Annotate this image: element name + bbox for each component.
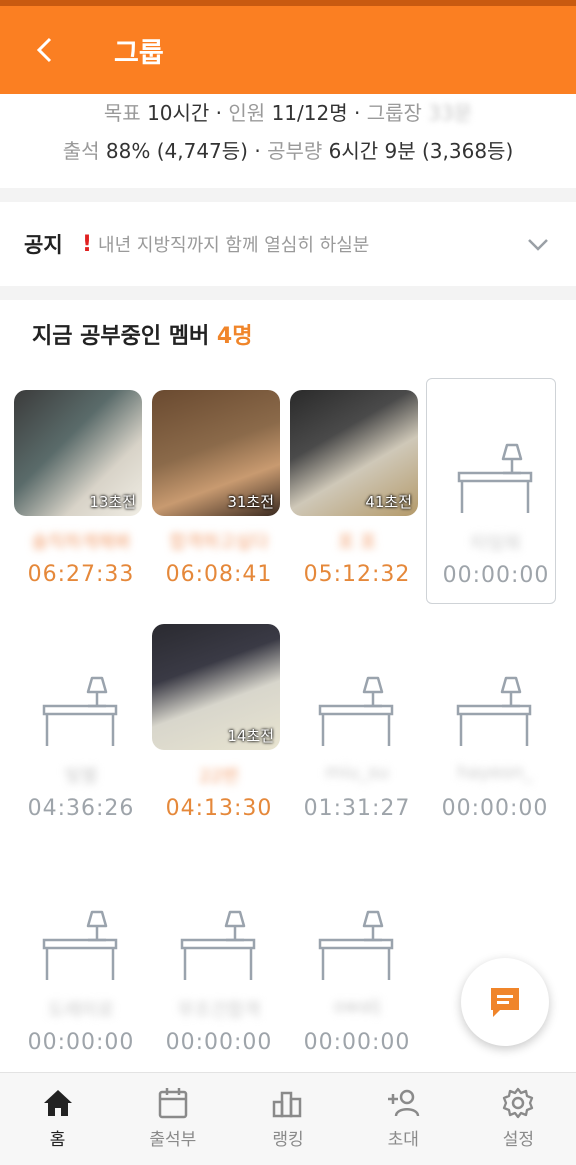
- chat-button[interactable]: [461, 958, 549, 1046]
- study-time: 00:00:00: [441, 796, 549, 821]
- tab-label: 랭킹: [272, 1130, 304, 1150]
- tab-label: 출석부: [149, 1130, 197, 1150]
- member-name: 솔직하게해봐: [31, 532, 131, 553]
- elapsed-label: 14초전: [227, 727, 274, 745]
- chevron-down-icon[interactable]: [524, 230, 552, 258]
- stats-line-2: 출석 88% (4,747등) · 공부량 6시간 9분 (3,368등): [62, 139, 514, 163]
- invite-icon: [388, 1089, 420, 1117]
- study-time: 05:12:32: [303, 562, 411, 587]
- desk-lamp-icon: [456, 676, 532, 746]
- members-value: 11/12명: [271, 101, 348, 125]
- tab-label: 설정: [502, 1130, 535, 1150]
- member-photo[interactable]: 13초전: [14, 390, 142, 516]
- member-name: 22번: [199, 766, 239, 787]
- divider: [0, 286, 576, 300]
- group-stats: 목표 10시간 · 인원 11/12명 · 그룹장 33문 출석 88% (4,…: [0, 94, 576, 188]
- attendance-label: 출석: [62, 139, 100, 163]
- desk-lamp-icon: [42, 910, 118, 980]
- study-time: 00:00:00: [165, 1030, 273, 1055]
- member-card[interactable]: 도레미로 00:00:00: [12, 846, 142, 1072]
- member-name: hayeon_: [457, 762, 533, 783]
- study-time: 00:00:00: [303, 1030, 411, 1055]
- member-name: 빛별: [64, 766, 98, 787]
- goal-value: 10시간: [147, 101, 210, 125]
- leader-value: 33문: [428, 101, 473, 125]
- chat-icon: [491, 988, 519, 1017]
- notice-bar[interactable]: 공지 ! 내년 지방직까지 함께 열심히 하실분: [0, 202, 576, 286]
- tab-invite[interactable]: 초대: [346, 1073, 461, 1165]
- settings-icon: [503, 1087, 534, 1119]
- member-card[interactable]: 14초전 22번 04:13:30: [150, 612, 280, 838]
- elapsed-label: 41초전: [365, 493, 412, 511]
- member-card[interactable]: 타임워 00:00:00: [426, 378, 556, 604]
- member-name: 포 포: [337, 532, 377, 553]
- attendance-value: 88% (4,747등): [105, 139, 248, 163]
- study-time: 06:27:33: [27, 562, 135, 587]
- member-card[interactable]: 13초전솔직하게해봐 06:27:33: [12, 378, 142, 604]
- tab-home[interactable]: 홈: [0, 1073, 115, 1165]
- goal-label: 목표: [103, 101, 141, 125]
- studying-title: 지금 공부중인 멤버: [32, 324, 210, 349]
- bottom-navigation: 홈 출석부 랭킹 초대 설정: [0, 1072, 576, 1165]
- stats-line-1: 목표 10시간 · 인원 11/12명 · 그룹장 33문: [103, 101, 473, 125]
- tab-settings[interactable]: 설정: [461, 1073, 576, 1165]
- desk-lamp-icon: [42, 676, 118, 746]
- home-icon: [43, 1090, 72, 1116]
- study-time: 04:13:30: [165, 796, 273, 821]
- member-card[interactable]: hayeon_ 00:00:00: [426, 612, 556, 838]
- member-name: 합격하고싶다: [169, 532, 269, 553]
- member-name: 무조건합격: [177, 1000, 261, 1021]
- tab-attendance[interactable]: 출석부: [115, 1073, 230, 1165]
- page-title: 그룹: [114, 37, 164, 69]
- exclamation-icon: !: [82, 231, 93, 257]
- member-card[interactable]: 무조건합격 00:00:00: [150, 846, 280, 1072]
- studying-count: 4명: [216, 324, 253, 349]
- study-time: 06:08:41: [165, 562, 273, 587]
- tab-label: 홈: [49, 1130, 66, 1150]
- desk-lamp-icon: [457, 443, 533, 513]
- study-time: 00:00:00: [27, 1030, 135, 1055]
- divider: [0, 188, 576, 202]
- chevron-left-icon: [36, 37, 52, 63]
- study-label: 공부량: [267, 139, 323, 163]
- back-button[interactable]: [0, 6, 90, 94]
- tab-label: 초대: [387, 1130, 419, 1150]
- elapsed-label: 31초전: [227, 493, 274, 511]
- member-photo[interactable]: 31초전: [152, 390, 280, 516]
- desk-lamp-icon: [318, 910, 394, 980]
- study-time: 04:36:26: [27, 796, 135, 821]
- members-label: 인원: [228, 101, 266, 125]
- desk-lamp-icon: [318, 676, 394, 746]
- member-card[interactable]: owalj 00:00:00: [288, 846, 418, 1072]
- study-value: 6시간 9분 (3,368등): [328, 139, 514, 163]
- app-bar: 그룹: [0, 6, 576, 94]
- ranking-icon: [272, 1091, 302, 1118]
- member-name: 도레미로: [47, 1000, 115, 1021]
- notice-label: 공지: [24, 233, 63, 257]
- member-photo[interactable]: 14초전: [152, 624, 280, 750]
- member-card[interactable]: 빛별 04:36:26: [12, 612, 142, 838]
- leader-label: 그룹장: [366, 101, 422, 125]
- member-card[interactable]: 31초전합격하고싶다 06:08:41: [150, 378, 280, 604]
- member-name: 타임워: [471, 533, 521, 554]
- calendar-icon: [158, 1088, 188, 1119]
- member-card[interactable]: 41초전포 포 05:12:32: [288, 378, 418, 604]
- desk-lamp-icon: [180, 910, 256, 980]
- member-name: owalj: [333, 996, 381, 1017]
- study-time: 00:00:00: [442, 563, 550, 588]
- notice-text: 내년 지방직까지 함께 열심히 하실분: [98, 235, 370, 256]
- member-name: miu_su: [325, 762, 389, 783]
- member-card[interactable]: miu_su 01:31:27: [288, 612, 418, 838]
- tab-ranking[interactable]: 랭킹: [230, 1073, 345, 1165]
- member-photo[interactable]: 41초전: [290, 390, 418, 516]
- studying-members-heading: 지금 공부중인 멤버 4명: [32, 318, 252, 350]
- study-time: 01:31:27: [303, 796, 411, 821]
- elapsed-label: 13초전: [89, 493, 136, 511]
